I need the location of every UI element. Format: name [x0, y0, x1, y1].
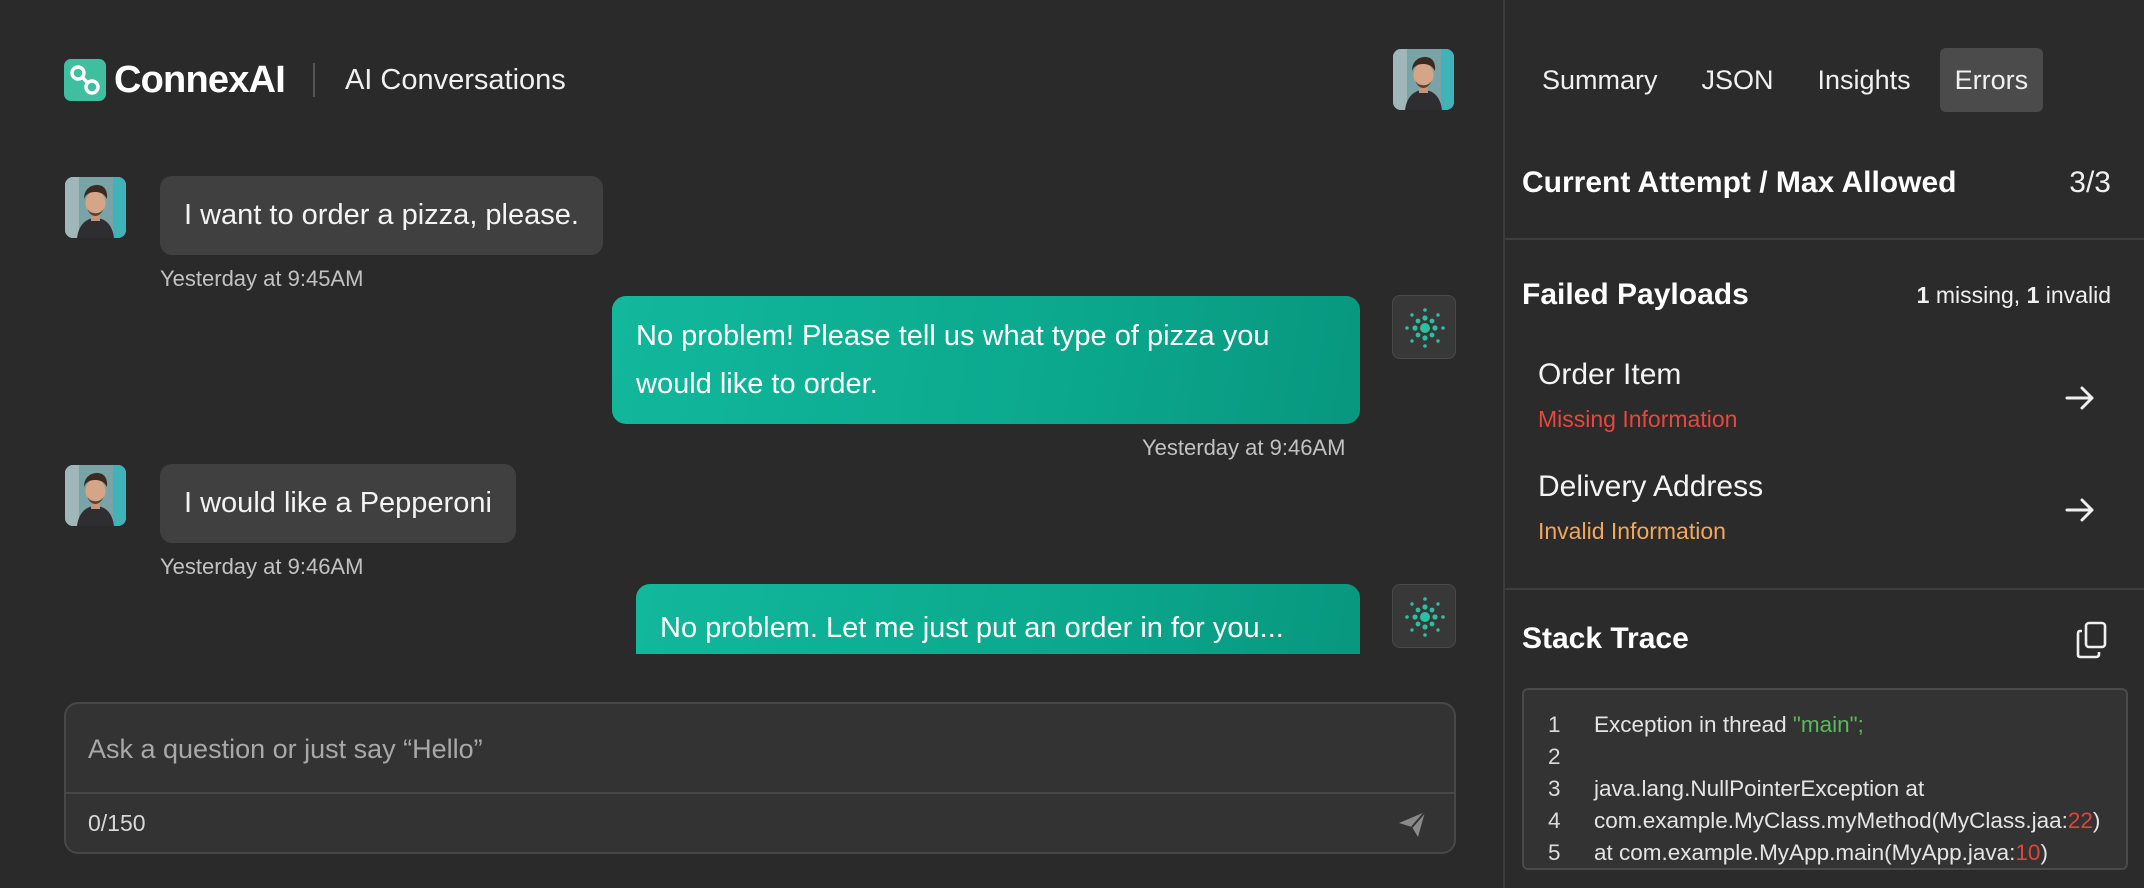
code-text: ) — [2092, 808, 2101, 833]
page-title: AI Conversations — [344, 63, 566, 96]
failed-payload-item[interactable]: Order Item Missing Information — [1522, 356, 2120, 456]
code-text: com.example.MyClass.myMethod(MyClass.jaa… — [1594, 808, 2068, 833]
bot-icon — [1392, 295, 1456, 359]
connexai-logo-icon — [64, 59, 106, 101]
user-message: I would like a Pepperoni — [160, 464, 516, 543]
failed-payloads-summary: 1 missing, 1 invalid — [1917, 282, 2111, 309]
copy-icon — [2076, 621, 2107, 659]
profile-avatar[interactable] — [1393, 49, 1454, 110]
attempt-value: 3/3 — [2069, 166, 2111, 199]
user-avatar-icon — [65, 177, 126, 238]
arrow-right-icon[interactable] — [2060, 378, 2100, 418]
code-string: "main"; — [1792, 712, 1864, 737]
brand-header: ConnexAI AI Conversations — [64, 58, 566, 102]
brand-name: ConnexAI — [114, 58, 286, 101]
payload-name: Order Item — [1538, 358, 1682, 391]
line-number: 4 — [1548, 808, 1561, 833]
message-text-line: would like to order. — [636, 368, 878, 400]
brand-divider — [312, 63, 315, 97]
failed-payload-item[interactable]: Delivery Address Invalid Information — [1522, 468, 2120, 568]
bot-message: No problem. Let me just put an order in … — [636, 584, 1360, 654]
code-number: 10 — [2015, 840, 2041, 865]
bot-message: No problem! Please tell us what type of … — [612, 296, 1360, 424]
attempt-label: Current Attempt / Max Allowed — [1522, 166, 1957, 199]
user-avatar-icon — [65, 465, 126, 526]
divider — [1505, 588, 2144, 590]
tab-errors[interactable]: Errors — [1939, 48, 2044, 112]
message-composer: 0/150 — [64, 702, 1456, 854]
user-message: I want to order a pizza, please. — [160, 176, 603, 255]
stack-trace-title: Stack Trace — [1522, 622, 1689, 655]
details-panel: Summary JSON Insights Errors Current Att… — [1503, 0, 2144, 888]
invalid-count: 1 — [2026, 282, 2040, 308]
invalid-label: invalid — [2045, 282, 2111, 308]
code-text: at com.example.MyApp.main(MyApp.java: — [1594, 840, 2016, 865]
line-number: 5 — [1548, 840, 1561, 865]
payload-status: Missing Information — [1538, 406, 1738, 432]
line-number: 1 — [1548, 712, 1561, 737]
arrow-right-icon[interactable] — [2060, 490, 2100, 530]
failed-payloads-title: Failed Payloads — [1522, 278, 1749, 311]
composer-divider — [66, 792, 1454, 794]
message-timestamp: Yesterday at 9:46AM — [160, 554, 364, 579]
tab-summary[interactable]: Summary — [1527, 48, 1673, 112]
code-number: 22 — [2067, 808, 2093, 833]
message-timestamp: Yesterday at 9:45AM — [160, 266, 364, 291]
bot-message-clip: No problem. Let me just put an order in … — [636, 584, 1360, 654]
payload-status: Invalid Information — [1538, 518, 1726, 544]
character-counter: 0/150 — [88, 810, 146, 836]
send-button[interactable] — [1392, 804, 1432, 844]
code-text: ) — [2040, 840, 2048, 865]
copy-button[interactable] — [2074, 620, 2110, 660]
send-icon — [1399, 811, 1426, 837]
line-text: com.example.MyClass.myMethod(MyClass.jaa… — [1594, 808, 2100, 834]
message-timestamp: Yesterday at 9:46AM — [1142, 435, 1346, 460]
message-text: No problem. Let me just put an order in … — [660, 612, 1284, 644]
stack-trace-code: 1 Exception in thread "main"; 2 3 java.l… — [1522, 688, 2128, 870]
divider — [1505, 238, 2144, 240]
message-text: I want to order a pizza, please. — [184, 199, 579, 231]
code-text: Exception in thread — [1594, 712, 1793, 737]
tab-json[interactable]: JSON — [1687, 48, 1789, 112]
missing-label: missing, — [1935, 282, 2021, 308]
line-text: java.lang.NullPointerException at — [1594, 776, 1925, 801]
message-text-line: No problem! Please tell us what type of … — [636, 320, 1270, 352]
payload-name: Delivery Address — [1538, 470, 1764, 503]
line-text: Exception in thread "main"; — [1594, 712, 1864, 738]
line-number: 2 — [1548, 744, 1561, 769]
conversation-panel: ConnexAI AI Conversations I want to orde… — [0, 0, 1503, 888]
message-input[interactable] — [88, 726, 1388, 772]
line-number: 3 — [1548, 776, 1561, 801]
bot-icon — [1392, 584, 1456, 648]
details-tabs: Summary JSON Insights Errors — [1527, 48, 2044, 112]
missing-count: 1 — [1916, 282, 1930, 308]
tab-insights[interactable]: Insights — [1803, 48, 1926, 112]
message-text: I would like a Pepperoni — [184, 487, 492, 519]
line-text: at com.example.MyApp.main(MyApp.java:10) — [1594, 840, 2048, 866]
